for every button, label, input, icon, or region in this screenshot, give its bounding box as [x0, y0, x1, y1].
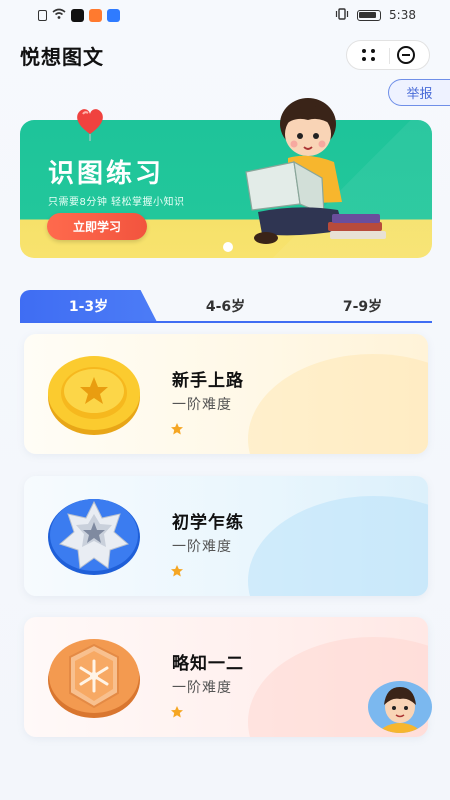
vibrate-icon [335, 7, 349, 23]
carousel-indicator [223, 242, 233, 252]
heart-balloon-icon [73, 104, 107, 142]
status-bar: 5:38 [0, 0, 450, 30]
status-time: 5:38 [389, 8, 416, 22]
card-decoration [248, 354, 428, 454]
tiktok-icon [71, 8, 84, 22]
start-learning-button[interactable]: 立即学习 [47, 213, 147, 240]
tab-underline [20, 321, 432, 323]
level-difficulty: 一阶难度 [172, 680, 232, 696]
status-right: 5:38 [335, 7, 416, 23]
tab-age-1-3[interactable]: 1-3岁 [20, 290, 157, 322]
orange-hexagon-medal-icon [46, 633, 142, 721]
floating-avatar-button[interactable] [368, 681, 432, 733]
level-card-2[interactable]: 初学乍练 一阶难度 [24, 476, 428, 596]
star-icon [170, 704, 184, 718]
card-decoration [248, 496, 428, 596]
reading-boy-illustration [238, 92, 398, 252]
level-card-3[interactable]: 略知一二 一阶难度 [24, 617, 428, 737]
level-card-1[interactable]: 新手上路 一阶难度 [24, 334, 428, 454]
star-icon [170, 421, 184, 435]
video-icon [89, 8, 102, 22]
more-dots-icon[interactable] [361, 49, 376, 61]
banner-title: 识图练习 [48, 159, 165, 189]
banner-subtitle: 只需要8分钟 轻松掌握小知识 [48, 197, 185, 208]
close-mini-program-icon[interactable] [396, 46, 415, 64]
gold-star-medal-icon [46, 350, 142, 438]
level-title: 初学乍练 [172, 513, 244, 533]
tab-age-4-6[interactable]: 4-6岁 [157, 290, 294, 322]
sim-icon [38, 9, 47, 21]
level-title: 略知一二 [172, 654, 244, 674]
mini-program-capsule [346, 40, 430, 70]
level-title: 新手上路 [172, 371, 244, 391]
app-header: 悦想图文 [0, 30, 450, 80]
boy-avatar-icon [378, 687, 422, 733]
tab-age-7-9[interactable]: 7-9岁 [294, 290, 431, 322]
level-difficulty: 一阶难度 [172, 539, 232, 555]
page-title: 悦想图文 [20, 44, 104, 69]
wifi-icon [52, 8, 66, 23]
age-tabs: 1-3岁 4-6岁 7-9岁 [20, 290, 432, 322]
level-difficulty: 一阶难度 [172, 397, 232, 413]
blue-star-badge-icon [46, 492, 142, 580]
battery-icon [357, 9, 382, 21]
browser-icon [107, 8, 120, 22]
star-icon [170, 563, 184, 577]
status-left-icons [38, 8, 120, 23]
